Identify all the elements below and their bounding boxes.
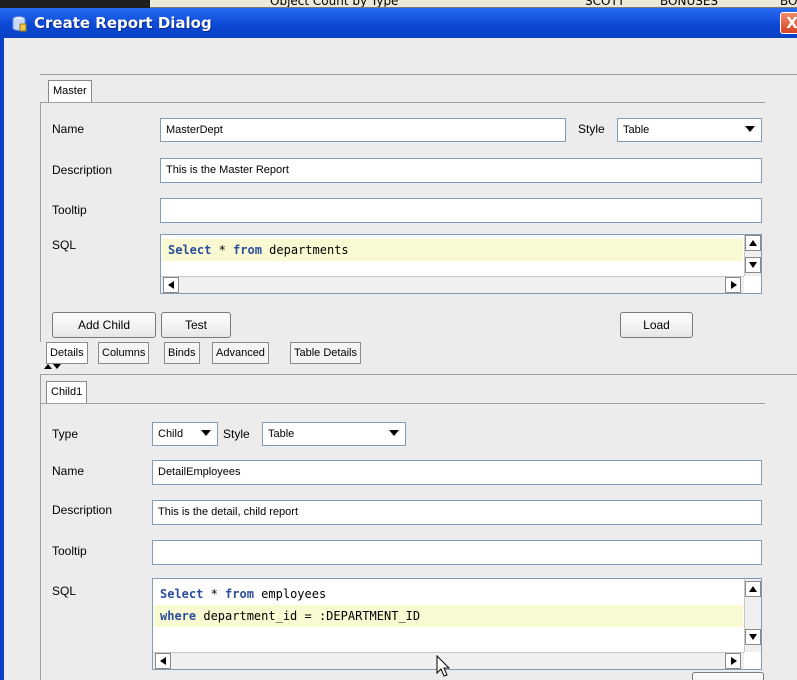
scroll-down-button[interactable] <box>745 257 761 273</box>
child-sql-line-1: Select * from employees <box>160 587 327 601</box>
master-style-select[interactable]: Table <box>617 118 762 142</box>
bg-item-bo: BO <box>780 0 797 8</box>
scroll-left-button[interactable] <box>155 653 171 669</box>
dialog-title: Create Report Dialog <box>34 14 212 32</box>
chevron-down-icon <box>201 430 211 436</box>
child-name-input[interactable]: DetailEmployees <box>152 460 762 485</box>
master-panel-top-border <box>40 74 797 75</box>
test-button[interactable]: Test <box>161 312 231 338</box>
load-button[interactable]: Load <box>620 312 693 338</box>
tab-table-details[interactable]: Table Details <box>290 342 361 364</box>
child-description-input[interactable]: This is the detail, child report <box>152 500 762 525</box>
child-type-label: Type <box>52 427 79 441</box>
arrow-left-icon <box>168 281 174 289</box>
child-tooltip-input[interactable] <box>152 540 762 565</box>
master-tooltip-input[interactable] <box>160 198 762 223</box>
master-sql-hscrollbar[interactable] <box>161 276 744 293</box>
child-name-label: Name <box>52 464 85 478</box>
scroll-right-button[interactable] <box>725 277 741 293</box>
child-style-label: Style <box>223 427 250 441</box>
master-tab-underline <box>40 102 765 103</box>
child-type-value: Child <box>158 428 184 440</box>
scroll-right-button[interactable] <box>725 653 741 669</box>
scroll-left-button[interactable] <box>163 277 179 293</box>
chevron-down-icon <box>745 126 755 132</box>
scroll-down-button[interactable] <box>745 629 761 645</box>
child-tooltip-label: Tooltip <box>52 544 87 558</box>
arrow-left-icon <box>160 657 166 665</box>
tab-advanced[interactable]: Advanced <box>212 342 269 364</box>
close-button[interactable]: X <box>780 12 797 34</box>
master-description-label: Description <box>52 163 113 177</box>
arrow-down-icon <box>749 634 757 640</box>
add-child-button[interactable]: Add Child <box>52 312 156 338</box>
tab-master[interactable]: Master <box>48 80 92 102</box>
background-window-strip: Object Count by Type SCOTT BONUSES BO <box>150 0 797 8</box>
bg-item-object-count: Object Count by Type <box>270 0 399 8</box>
child-description-label: Description <box>52 503 113 517</box>
master-style-value: Table <box>623 124 650 136</box>
master-name-input[interactable]: MasterDept <box>160 118 566 142</box>
child-sql-vscrollbar[interactable] <box>744 579 761 652</box>
child-style-select[interactable]: Table <box>262 422 406 446</box>
app-icon <box>12 16 27 32</box>
partial-button[interactable] <box>692 672 764 680</box>
splitter-line <box>40 374 797 375</box>
bg-item-bonuses: BONUSES <box>660 0 719 8</box>
tab-details[interactable]: Details <box>46 342 88 364</box>
child-sql-editor[interactable]: Select * from employees where department… <box>152 578 762 670</box>
child-type-select[interactable]: Child <box>152 422 218 446</box>
master-tooltip-label: Tooltip <box>52 203 87 217</box>
master-name-label: Name <box>52 122 85 136</box>
scroll-up-button[interactable] <box>745 235 761 251</box>
arrow-down-icon <box>749 262 757 268</box>
master-description-input[interactable]: This is the Master Report <box>160 158 762 183</box>
arrow-up-icon <box>749 586 757 592</box>
arrow-right-icon <box>731 281 737 289</box>
mouse-cursor-icon <box>436 655 451 677</box>
child-tab-underline <box>40 403 765 404</box>
master-sql-editor[interactable]: Select * from departments <box>160 234 762 294</box>
scroll-up-button[interactable] <box>745 581 761 597</box>
tab-binds[interactable]: Binds <box>164 342 200 364</box>
child-style-value: Table <box>268 428 295 440</box>
arrow-right-icon <box>731 657 737 665</box>
tab-columns[interactable]: Columns <box>98 342 150 364</box>
child-panel-left-border <box>40 375 41 680</box>
master-panel-left-border <box>40 102 41 342</box>
tab-child1[interactable]: Child1 <box>46 381 88 403</box>
bg-item-scott: SCOTT <box>585 0 625 8</box>
child-sql-label: SQL <box>52 584 77 598</box>
master-sql-vscrollbar[interactable] <box>744 235 761 276</box>
master-style-label: Style <box>578 122 605 136</box>
master-sql-line-1: Select * from departments <box>168 243 349 257</box>
arrow-up-icon <box>749 240 757 246</box>
chevron-down-icon <box>389 430 399 436</box>
master-sql-label: SQL <box>52 238 77 252</box>
child-sql-line-2: where department_id = :DEPARTMENT_ID <box>160 609 421 623</box>
